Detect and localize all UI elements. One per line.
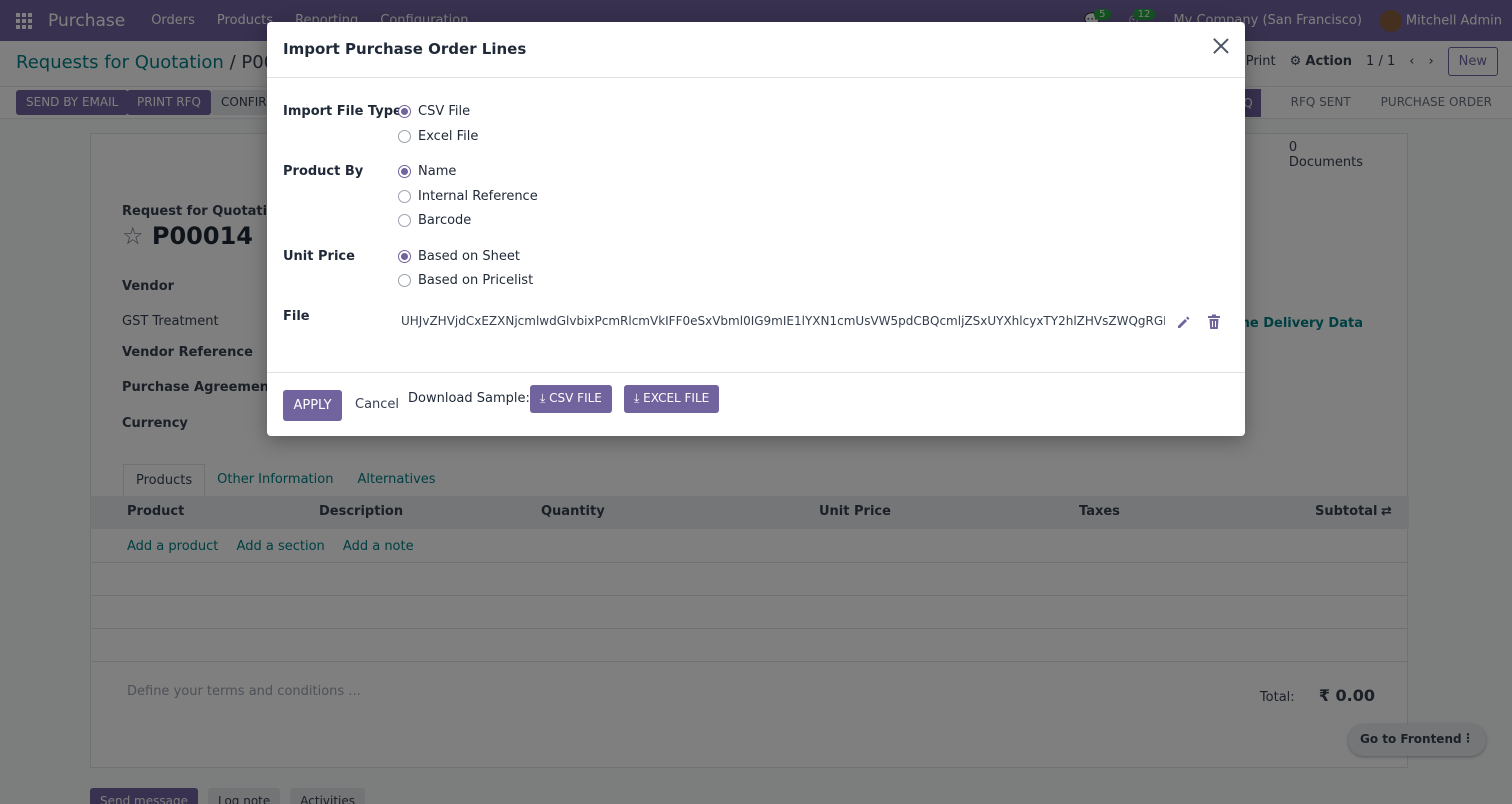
radio-checked-icon — [398, 165, 411, 178]
pencil-icon[interactable] — [1175, 314, 1191, 330]
import-file-type-label: Import File Type — [283, 104, 402, 119]
unit-price-label: Unit Price — [283, 249, 355, 264]
radio-unchecked-icon — [398, 274, 411, 287]
download-excel-label: EXCEL FILE — [643, 391, 710, 405]
cancel-button[interactable]: Cancel — [355, 397, 399, 412]
product-by-label: Product By — [283, 164, 364, 179]
radio-based-on-pricelist[interactable]: Based on Pricelist — [398, 273, 533, 288]
trash-icon[interactable] — [1207, 314, 1221, 330]
download-sample-label: Download Sample: — [408, 391, 530, 406]
radio-label: Based on Sheet — [418, 249, 520, 264]
radio-unchecked-icon — [398, 130, 411, 143]
radio-unchecked-icon — [398, 214, 411, 227]
apply-button[interactable]: APPLY — [283, 390, 342, 421]
download-excel-button[interactable]: ⤓ EXCEL FILE — [624, 385, 720, 413]
import-order-lines-dialog: Import Purchase Order Lines Import File … — [267, 22, 1245, 436]
download-icon: ⤓ — [540, 391, 546, 405]
radio-label: Internal Reference — [418, 189, 538, 204]
file-field-value[interactable]: UHJvZHVjdCxEZXNjcmlwdGlvbixPcmRlcmVkIFF0… — [401, 314, 1165, 328]
radio-internal-reference[interactable]: Internal Reference — [398, 189, 538, 204]
radio-checked-icon — [398, 105, 411, 118]
download-csv-label: CSV FILE — [549, 391, 602, 405]
radio-checked-icon — [398, 250, 411, 263]
modal-footer: APPLY Cancel Download Sample: ⤓ CSV FILE… — [267, 372, 1245, 436]
radio-csv-file[interactable]: CSV File — [398, 104, 470, 119]
radio-label: Excel File — [418, 129, 479, 144]
download-icon: ⤓ — [634, 391, 640, 405]
radio-label: Name — [418, 164, 457, 179]
radio-barcode[interactable]: Barcode — [398, 213, 471, 228]
file-label: File — [283, 309, 310, 324]
radio-product-name[interactable]: Name — [398, 164, 456, 179]
radio-label: CSV File — [418, 104, 471, 119]
radio-based-on-sheet[interactable]: Based on Sheet — [398, 249, 520, 264]
radio-label: Barcode — [418, 213, 472, 228]
radio-unchecked-icon — [398, 190, 411, 203]
radio-label: Based on Pricelist — [418, 273, 534, 288]
close-icon[interactable] — [1211, 36, 1231, 56]
radio-excel-file[interactable]: Excel File — [398, 129, 478, 144]
download-csv-button[interactable]: ⤓ CSV FILE — [530, 385, 612, 413]
modal-header: Import Purchase Order Lines — [267, 22, 1245, 78]
modal-title: Import Purchase Order Lines — [283, 40, 527, 58]
